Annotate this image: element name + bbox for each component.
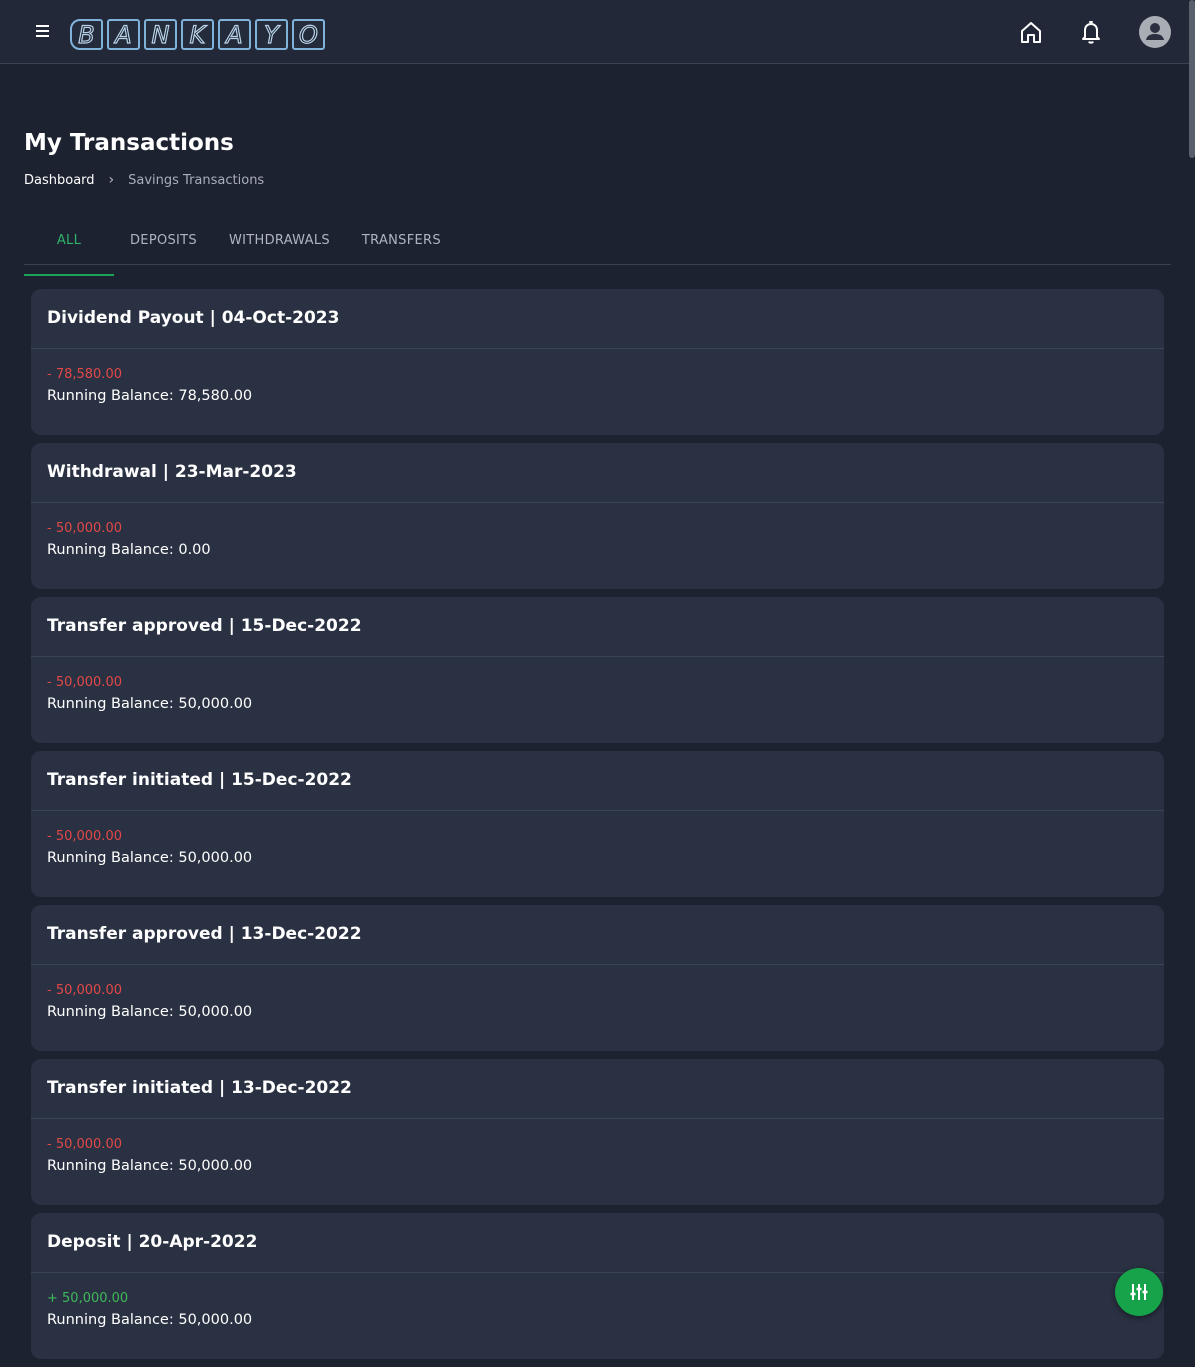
transaction-amount: - 50,000.00: [47, 1137, 122, 1152]
user-icon: [1146, 23, 1164, 40]
transaction-title: Transfer initiated | 15-Dec-2022: [31, 751, 1164, 811]
transaction-amount: + 50,000.00: [47, 1291, 129, 1306]
chevron-right-icon: ›: [108, 172, 115, 188]
transaction-amount: - 50,000.00: [47, 829, 122, 844]
running-balance: Running Balance: 50,000.00: [47, 1158, 253, 1174]
transaction-card[interactable]: Transfer approved | 13-Dec-2022 - 50,000…: [31, 905, 1164, 1051]
scrollbar-thumb[interactable]: [1189, 0, 1195, 158]
transaction-title: Transfer initiated | 13-Dec-2022: [31, 1059, 1164, 1119]
running-balance: Running Balance: 50,000.00: [47, 1312, 253, 1328]
transaction-amount: - 50,000.00: [47, 983, 122, 998]
logo-letter: K: [181, 19, 214, 50]
transaction-list: Dividend Payout | 04-Oct-2023 - 78,580.0…: [31, 289, 1164, 1367]
bankayo-logo[interactable]: B A N K A Y O: [70, 19, 329, 50]
running-balance: Running Balance: 50,000.00: [47, 696, 253, 712]
transaction-title: Withdrawal | 23-Mar-2023: [31, 443, 1164, 503]
transaction-amount: - 50,000.00: [47, 521, 122, 536]
bell-icon[interactable]: [1077, 18, 1105, 46]
avatar[interactable]: [1139, 16, 1171, 48]
running-balance: Running Balance: 50,000.00: [47, 1004, 253, 1020]
transaction-card[interactable]: Deposit | 20-Apr-2022 + 50,000.00 Runnin…: [31, 1213, 1164, 1359]
running-balance: Running Balance: 0.00: [47, 542, 211, 558]
transaction-card[interactable]: Transfer initiated | 13-Dec-2022 - 50,00…: [31, 1059, 1164, 1205]
menu-icon[interactable]: [36, 22, 56, 42]
tab-all[interactable]: ALL: [24, 222, 114, 276]
tab-transfers[interactable]: TRANSFERS: [346, 222, 457, 274]
page-title: My Transactions: [24, 130, 234, 156]
top-app-bar: B A N K A Y O: [0, 0, 1195, 64]
logo-letter: Y: [255, 19, 288, 50]
home-icon[interactable]: [1017, 18, 1045, 46]
transaction-card[interactable]: Transfer approved | 15-Dec-2022 - 50,000…: [31, 597, 1164, 743]
logo-letter: O: [292, 19, 325, 50]
transaction-amount: - 50,000.00: [47, 675, 122, 690]
filter-button[interactable]: [1115, 1268, 1163, 1316]
logo-letter: B: [70, 19, 103, 50]
logo-letter: A: [107, 19, 140, 50]
transaction-tabs: ALL DEPOSITS WITHDRAWALS TRANSFERS: [24, 222, 1171, 276]
transaction-amount: - 78,580.00: [47, 367, 122, 382]
filter-sliders-icon: [1130, 1284, 1148, 1300]
transaction-card[interactable]: Withdrawal | 23-Mar-2023 - 50,000.00 Run…: [31, 443, 1164, 589]
tab-deposits[interactable]: DEPOSITS: [114, 222, 213, 274]
running-balance: Running Balance: 50,000.00: [47, 850, 253, 866]
tab-withdrawals[interactable]: WITHDRAWALS: [213, 222, 346, 274]
transaction-title: Deposit | 20-Apr-2022: [31, 1213, 1164, 1273]
running-balance: Running Balance: 78,580.00: [47, 388, 253, 404]
transaction-title: Transfer approved | 13-Dec-2022: [31, 905, 1164, 965]
transaction-card[interactable]: Transfer initiated | 15-Dec-2022 - 50,00…: [31, 751, 1164, 897]
transaction-title: Transfer approved | 15-Dec-2022: [31, 597, 1164, 657]
logo-letter: N: [144, 19, 177, 50]
transaction-card[interactable]: Dividend Payout | 04-Oct-2023 - 78,580.0…: [31, 289, 1164, 435]
breadcrumb-current: Savings Transactions: [128, 172, 265, 188]
breadcrumb-dashboard-link[interactable]: Dashboard: [24, 173, 95, 188]
breadcrumb: Dashboard › Savings Transactions: [24, 172, 264, 188]
transaction-title: Dividend Payout | 04-Oct-2023: [31, 289, 1164, 349]
logo-letter: A: [218, 19, 251, 50]
